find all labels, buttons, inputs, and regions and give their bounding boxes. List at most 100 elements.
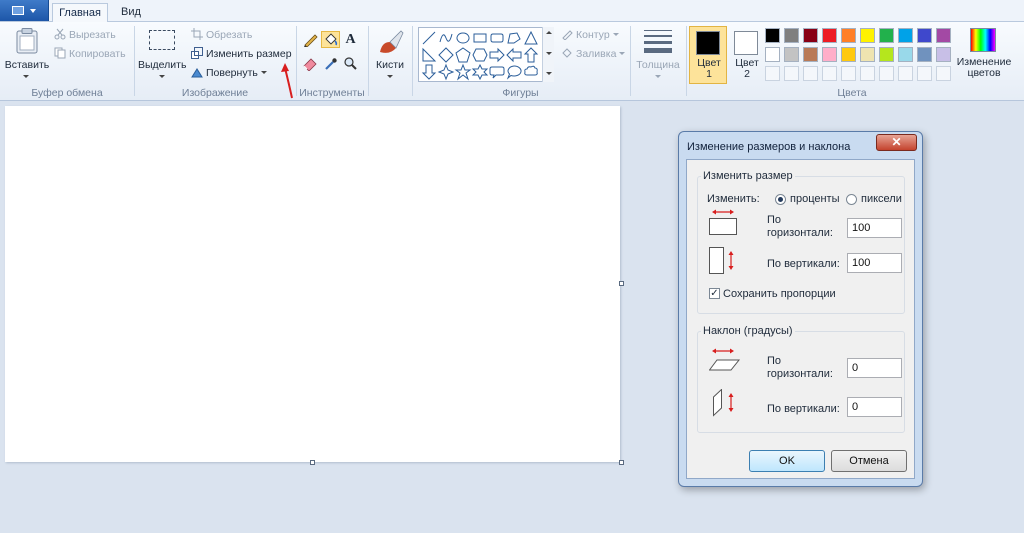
paste-button[interactable]: Вставить: [4, 26, 50, 84]
magnifier-tool[interactable]: [341, 55, 360, 72]
palette-swatch[interactable]: [917, 28, 932, 43]
curve-shape-icon[interactable]: [439, 33, 453, 43]
pentagon-shape-icon[interactable]: [455, 47, 471, 63]
select-button[interactable]: Выделить: [138, 26, 186, 84]
tab-home[interactable]: Главная: [52, 3, 108, 23]
custom-color-slot[interactable]: [803, 66, 818, 81]
six-point-star-shape-icon[interactable]: [471, 63, 489, 81]
custom-color-slot[interactable]: [879, 66, 894, 81]
drawing-canvas[interactable]: [5, 106, 620, 462]
diamond-shape-icon[interactable]: [438, 47, 454, 63]
triangle-shape-icon[interactable]: [524, 30, 538, 45]
skew-group-label: Наклон (градусы): [701, 325, 795, 337]
rotate-button[interactable]: Повернуть: [191, 65, 267, 81]
down-arrow-shape-icon[interactable]: [421, 64, 437, 80]
crop-button[interactable]: Обрезать: [191, 27, 252, 43]
palette-swatch[interactable]: [879, 28, 894, 43]
four-point-star-shape-icon[interactable]: [437, 63, 455, 81]
line-shape-icon[interactable]: [422, 31, 436, 45]
palette-swatch[interactable]: [898, 28, 913, 43]
ok-button[interactable]: OK: [749, 450, 825, 472]
custom-color-slot[interactable]: [822, 66, 837, 81]
cancel-button[interactable]: Отмена: [831, 450, 907, 472]
outline-button[interactable]: Контур: [561, 27, 619, 43]
app-menu-button[interactable]: [0, 0, 49, 21]
palette-swatch[interactable]: [803, 47, 818, 62]
palette-swatch[interactable]: [898, 47, 913, 62]
fill-label: Заливка: [576, 48, 617, 60]
palette-swatch[interactable]: [841, 28, 856, 43]
right-triangle-shape-icon[interactable]: [422, 47, 437, 62]
custom-color-slot[interactable]: [860, 66, 875, 81]
color-picker-tool[interactable]: [321, 55, 340, 72]
dialog-body: Изменить размер Изменить: проценты пиксе…: [686, 159, 915, 479]
right-arrow-shape-icon[interactable]: [489, 47, 505, 63]
color1-button[interactable]: Цвет 1: [689, 26, 727, 84]
hexagon-shape-icon[interactable]: [472, 48, 488, 62]
group-divider: [296, 26, 297, 96]
pixels-radio[interactable]: [846, 194, 857, 205]
shapes-scrollbar[interactable]: [542, 27, 554, 82]
skew-horizontal-input[interactable]: 0: [847, 358, 902, 378]
line-thickness-icon: [644, 30, 672, 53]
fill-tool[interactable]: [321, 31, 340, 48]
edit-colors-button[interactable]: Изменение цветов: [955, 26, 1013, 84]
custom-color-slot[interactable]: [898, 66, 913, 81]
fill-button[interactable]: Заливка: [561, 46, 626, 62]
palette-swatch[interactable]: [822, 28, 837, 43]
ribbon: Вставить Вырезать Копировать Буфер обмен…: [0, 22, 1024, 101]
palette-swatch[interactable]: [860, 28, 875, 43]
brush-icon: [380, 30, 404, 53]
resize-vertical-input[interactable]: 100: [847, 253, 902, 273]
palette-swatch[interactable]: [860, 47, 875, 62]
custom-color-slot[interactable]: [784, 66, 799, 81]
eyedropper-icon: [325, 58, 337, 70]
palette-swatch[interactable]: [765, 28, 780, 43]
cloud-callout-shape-icon[interactable]: [524, 65, 538, 76]
palette-swatch[interactable]: [784, 47, 799, 62]
resize-handle-bottom[interactable]: [310, 460, 315, 465]
rectangle-shape-icon[interactable]: [473, 33, 487, 43]
resize-handle-corner[interactable]: [619, 460, 624, 465]
palette-swatch[interactable]: [879, 47, 894, 62]
eraser-tool[interactable]: [301, 55, 320, 72]
palette-swatch[interactable]: [917, 47, 932, 62]
brushes-button[interactable]: Кисти: [372, 26, 408, 84]
text-tool[interactable]: A: [341, 31, 360, 48]
resize-horizontal-input[interactable]: 100: [847, 218, 902, 238]
custom-color-slot[interactable]: [917, 66, 932, 81]
size-button[interactable]: Толщина: [634, 26, 682, 84]
copy-button[interactable]: Копировать: [54, 46, 126, 62]
color2-button[interactable]: Цвет 2: [727, 26, 765, 84]
custom-color-slot[interactable]: [841, 66, 856, 81]
palette-swatch[interactable]: [765, 47, 780, 62]
skew-vertical-input[interactable]: 0: [847, 397, 902, 417]
five-point-star-shape-icon[interactable]: [454, 63, 472, 81]
close-button[interactable]: ✕: [876, 134, 917, 151]
percent-radio[interactable]: [775, 194, 786, 205]
up-arrow-shape-icon[interactable]: [523, 47, 539, 63]
oval-callout-shape-icon[interactable]: [506, 65, 522, 80]
pencil-tool[interactable]: [301, 31, 320, 48]
resize-handle-right[interactable]: [619, 281, 624, 286]
palette-swatch[interactable]: [936, 47, 951, 62]
keep-ratio-checkbox[interactable]: ✓: [709, 288, 720, 299]
chevron-down-icon: [655, 75, 661, 78]
palette-swatch[interactable]: [822, 47, 837, 62]
rounded-callout-shape-icon[interactable]: [489, 66, 505, 79]
custom-color-slot[interactable]: [936, 66, 951, 81]
palette-swatch[interactable]: [784, 28, 799, 43]
clipboard-icon: [16, 28, 38, 54]
rounded-rectangle-shape-icon[interactable]: [490, 33, 504, 43]
resize-button[interactable]: Изменить размер: [191, 46, 292, 62]
tab-view[interactable]: Вид: [112, 3, 150, 23]
palette-swatch[interactable]: [803, 28, 818, 43]
palette-swatch[interactable]: [936, 28, 951, 43]
custom-color-slot[interactable]: [765, 66, 780, 81]
oval-shape-icon[interactable]: [456, 32, 470, 44]
text-tool-icon: A: [345, 32, 356, 47]
polygon-shape-icon[interactable]: [507, 32, 521, 44]
cut-button[interactable]: Вырезать: [54, 27, 116, 43]
palette-swatch[interactable]: [841, 47, 856, 62]
left-arrow-shape-icon[interactable]: [506, 47, 522, 63]
